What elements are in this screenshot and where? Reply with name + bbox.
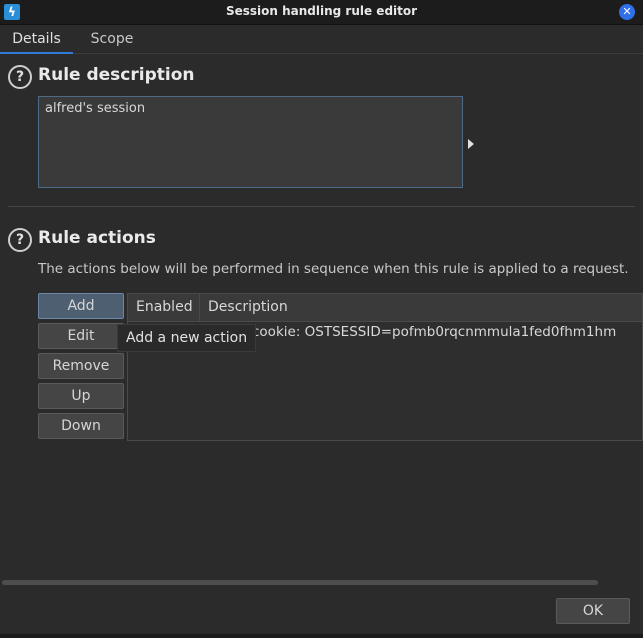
column-header-enabled[interactable]: Enabled: [128, 294, 200, 321]
remove-button[interactable]: Remove: [38, 353, 124, 379]
cursor-arrow-icon: [468, 139, 474, 149]
window-title: Session handling rule editor: [225, 4, 418, 18]
tab-scope[interactable]: Scope: [84, 26, 140, 52]
rule-actions-heading: Rule actions: [38, 228, 156, 248]
tab-details[interactable]: Details: [0, 26, 73, 54]
up-button[interactable]: Up: [38, 383, 124, 409]
add-button[interactable]: Add: [38, 293, 124, 319]
window-bottom-border: [0, 634, 643, 638]
section-divider: [8, 206, 635, 207]
rule-description-heading: Rule description: [38, 65, 195, 85]
down-button[interactable]: Down: [38, 413, 124, 439]
rule-description-field[interactable]: alfred's session: [38, 96, 463, 188]
actions-table[interactable]: Enabled Description cookie: OSTSESSID=po…: [127, 293, 643, 441]
edit-button[interactable]: Edit: [38, 323, 124, 349]
help-icon[interactable]: ?: [8, 228, 32, 252]
horizontal-scrollbar[interactable]: [2, 580, 598, 585]
title-bar: ϟ Session handling rule editor ✕: [0, 0, 643, 25]
column-header-description[interactable]: Description: [200, 294, 288, 321]
table-row[interactable]: cookie: OSTSESSID=pofmb0rqcnmmula1fed0fh…: [252, 324, 616, 340]
rule-actions-explanation: The actions below will be performed in s…: [38, 261, 629, 277]
tooltip: Add a new action: [117, 324, 257, 352]
help-icon[interactable]: ?: [8, 65, 32, 89]
table-header: Enabled Description: [128, 294, 642, 322]
ok-button[interactable]: OK: [556, 598, 630, 624]
tab-bar: Details Scope: [0, 26, 643, 54]
close-icon[interactable]: ✕: [619, 4, 635, 20]
